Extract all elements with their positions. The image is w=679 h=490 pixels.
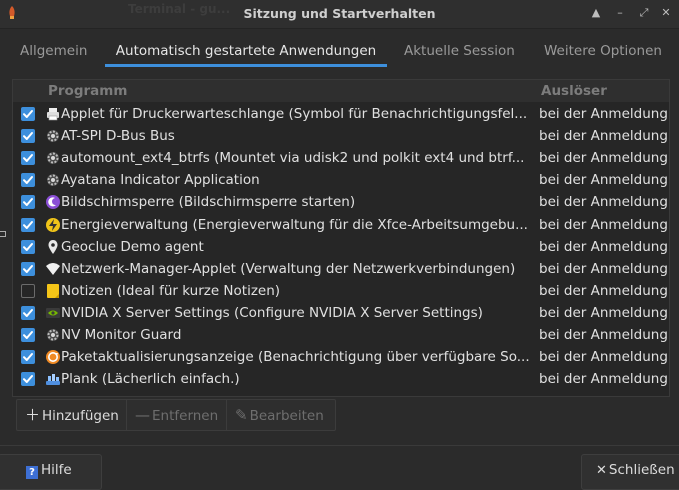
program-name: Energieverwaltung (Energieverwaltung für…	[61, 216, 528, 233]
tab-allgemein[interactable]: Allgemein	[20, 36, 87, 66]
trigger-value[interactable]: bei der Anmeldung	[539, 305, 668, 321]
autostart-checkbox[interactable]	[21, 195, 35, 210]
help-icon: ?	[26, 466, 38, 479]
divider	[0, 445, 679, 446]
trigger-value[interactable]: bei der Anmeldung	[539, 128, 668, 144]
trigger-value[interactable]: bei der Anmeldung	[539, 239, 668, 255]
column-header-trigger[interactable]: Auslöser	[541, 83, 607, 99]
autostart-checkbox[interactable]	[21, 173, 35, 188]
list-item[interactable]: Applet für Druckerwarteschlange (Symbol …	[13, 103, 669, 125]
update-icon	[46, 350, 60, 365]
autostart-checkbox[interactable]	[21, 239, 35, 254]
trigger-value[interactable]: bei der Anmeldung	[539, 172, 668, 188]
list-item[interactable]: AT-SPI D-Bus Bus bei der Anmeldung	[13, 125, 669, 147]
list-header: Programm Auslöser	[13, 80, 669, 102]
program-name: Ayatana Indicator Application	[61, 172, 260, 189]
dock-icon	[46, 374, 60, 386]
trigger-value[interactable]: bei der Anmeldung	[539, 371, 668, 387]
gear-icon	[47, 130, 59, 143]
list-item[interactable]: Geoclue Demo agent bei der Anmeldung	[13, 236, 669, 258]
add-button[interactable]: ＋ Hinzufügen	[17, 400, 126, 430]
close-icon: ✕	[596, 463, 607, 478]
autostart-checkbox[interactable]	[21, 305, 35, 320]
printer-icon	[47, 108, 59, 121]
autostart-checkbox[interactable]	[21, 217, 35, 232]
location-pin-icon	[48, 239, 58, 254]
tab-advanced[interactable]: Weitere Optionen	[544, 36, 662, 66]
autostart-checkbox[interactable]	[21, 328, 35, 342]
plus-icon: ＋	[25, 406, 41, 424]
column-header-program[interactable]: Programm	[48, 83, 127, 99]
list-item[interactable]: Bildschirmsperre (Bildschirmsperre start…	[13, 191, 669, 213]
title-bar: Terminal - gu... Sitzung und Startverhal…	[0, 0, 679, 29]
trigger-value[interactable]: bei der Anmeldung	[539, 283, 668, 299]
tab-autostart[interactable]: Automatisch gestartete Anwendungen	[105, 36, 387, 67]
gear-icon	[47, 329, 59, 341]
autostart-checkbox[interactable]	[21, 350, 35, 365]
edit-button[interactable]: ✎ Bearbeiten	[226, 400, 335, 430]
pencil-icon: ✎	[235, 406, 248, 424]
wifi-icon	[46, 262, 60, 275]
list-item[interactable]: automount_ext4_btrfs (Mountet via udisk2…	[13, 147, 669, 169]
list-item[interactable]: NV Monitor Guard bei der Anmeldung	[13, 324, 669, 346]
gear-icon	[47, 174, 59, 187]
list-item[interactable]: Energieverwaltung (Energieverwaltung für…	[13, 214, 669, 236]
maximize-icon[interactable]: ⤢	[636, 5, 652, 21]
trigger-value[interactable]: bei der Anmeldung	[539, 349, 668, 365]
gear-icon	[47, 152, 59, 165]
list-item[interactable]: Plank (Lächerlich einfach.) bei der Anmel…	[13, 368, 669, 390]
trigger-value[interactable]: bei der Anmeldung	[539, 327, 668, 343]
screensaver-icon	[46, 195, 60, 210]
program-name: Applet für Druckerwarteschlange (Symbol …	[61, 106, 528, 122]
trigger-value[interactable]: bei der Anmeldung	[539, 261, 668, 277]
program-name: Notizen (Ideal für kurze Notizen)	[61, 282, 281, 299]
autostart-list[interactable]: Programm Auslöser Applet für Druckerwart…	[12, 79, 670, 397]
autostart-checkbox[interactable]	[21, 283, 35, 298]
autostart-checkbox[interactable]	[21, 107, 35, 121]
program-name: NVIDIA X Server Settings (Configure NVID…	[61, 304, 483, 321]
trigger-value[interactable]: bei der Anmeldung	[539, 106, 668, 122]
autostart-checkbox[interactable]	[21, 261, 35, 276]
help-button[interactable]: ? Hilfe	[0, 454, 102, 490]
program-name: Geoclue Demo agent	[61, 238, 204, 255]
note-icon	[47, 283, 59, 298]
program-name: Netzwerk-Manager-Applet (Verwaltung der …	[61, 260, 516, 277]
list-item[interactable]: Ayatana Indicator Application bei der Anm…	[13, 169, 669, 191]
program-name: AT-SPI D-Bus Bus	[61, 128, 175, 145]
tab-bar: Allgemein Automatisch gestartete Anwendu…	[0, 36, 679, 68]
minimize-icon[interactable]: –	[612, 5, 628, 21]
list-item[interactable]: Notizen (Ideal für kurze Notizen) bei der…	[13, 280, 669, 302]
trigger-value[interactable]: bei der Anmeldung	[539, 194, 668, 210]
minus-icon: —	[135, 406, 150, 424]
tab-current-session[interactable]: Aktuelle Session	[404, 36, 515, 66]
close-button[interactable]: ✕ Schließen	[581, 454, 679, 490]
autostart-checkbox[interactable]	[21, 151, 35, 166]
autostart-checkbox[interactable]	[21, 129, 35, 144]
program-name: Plank (Lächerlich einfach.)	[61, 371, 240, 388]
trigger-value[interactable]: bei der Anmeldung	[539, 217, 668, 233]
program-name: automount_ext4_btrfs (Mountet via udisk2…	[61, 150, 525, 167]
resize-handle[interactable]	[0, 231, 6, 237]
autostart-checkbox[interactable]	[21, 372, 35, 387]
window-title: Sitzung und Startverhalten	[243, 6, 436, 21]
nvidia-icon	[46, 307, 60, 318]
list-item[interactable]: Netzwerk-Manager-Applet (Verwaltung der …	[13, 258, 669, 280]
power-icon	[46, 217, 60, 232]
shade-icon[interactable]: ▲	[588, 5, 604, 21]
close-window-icon[interactable]: ✕	[658, 5, 674, 21]
program-name: Paketaktualisierungsanzeige (Benachricht…	[61, 349, 530, 366]
list-item[interactable]: NVIDIA X Server Settings (Configure NVID…	[13, 302, 669, 324]
remove-button[interactable]: — Entfernen	[126, 400, 226, 430]
program-name: NV Monitor Guard	[61, 327, 182, 343]
list-toolbar: ＋ Hinzufügen — Entfernen ✎ Bearbeiten	[16, 399, 336, 431]
trigger-value[interactable]: bei der Anmeldung	[539, 150, 668, 166]
list-item[interactable]: Paketaktualisierungsanzeige (Benachricht…	[13, 346, 669, 368]
program-name: Bildschirmsperre (Bildschirmsperre start…	[61, 194, 356, 211]
